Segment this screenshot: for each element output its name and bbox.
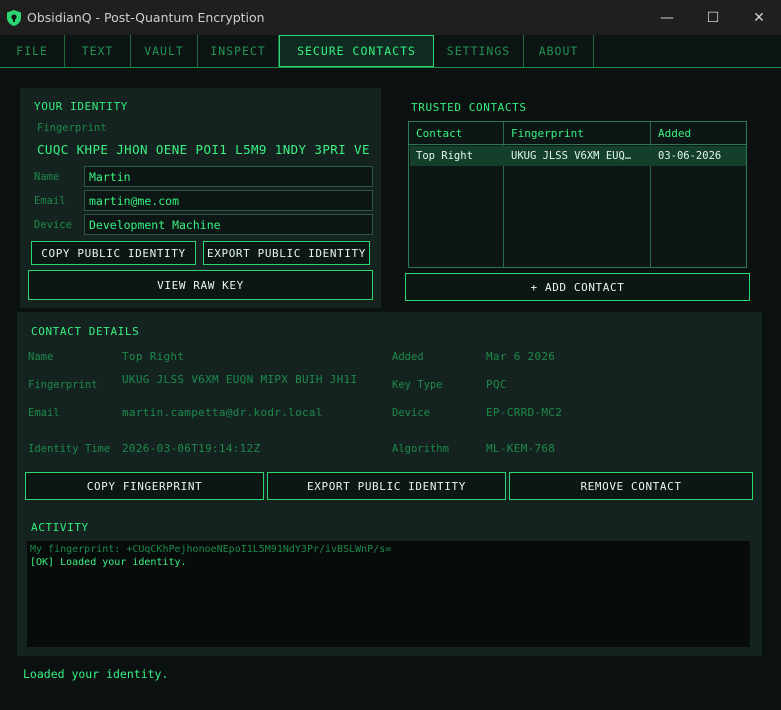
row-fingerprint[interactable]: UKUG JLSS V6XM EUQ… (504, 146, 650, 166)
email-label: Email (34, 195, 66, 207)
status-text: Loaded your identity. (23, 667, 169, 681)
email-field[interactable]: martin@me.com (84, 190, 373, 211)
detail-key-type-label: Key Type (392, 379, 443, 391)
contact-details-title: CONTACT DETAILS (31, 325, 140, 338)
minimize-icon: — (660, 9, 674, 26)
row-added[interactable]: 03-06-2026 (651, 146, 746, 166)
tab-inspect[interactable]: INSPECT (198, 35, 279, 67)
detail-device-value: EP-CRRD-MC2 (486, 406, 563, 419)
copy-public-identity-button[interactable]: COPY PUBLIC IDENTITY (31, 241, 196, 265)
detail-name-value: Top Right (122, 350, 185, 363)
copy-fingerprint-button[interactable]: COPY FINGERPRINT (25, 472, 264, 500)
row-contact[interactable]: Top Right (409, 146, 503, 166)
detail-fingerprint-label: Fingerprint (28, 379, 98, 391)
detail-key-type-value: PQC (486, 378, 507, 391)
contacts-table: Contact Fingerprint Added Top Right UKUG… (408, 121, 747, 268)
remove-contact-button[interactable]: REMOVE CONTACT (509, 472, 753, 500)
detail-algorithm-label: Algorithm (392, 443, 449, 455)
column-header-contact[interactable]: Contact (409, 122, 503, 145)
detail-email-value: martin.campetta@dr.kodr.local (122, 406, 323, 419)
column-divider (503, 122, 504, 267)
identity-title: YOUR IDENTITY (34, 100, 128, 113)
column-header-added[interactable]: Added (651, 122, 746, 145)
detail-email-label: Email (28, 407, 60, 419)
detail-added-label: Added (392, 351, 424, 363)
detail-name-label: Name (28, 351, 54, 363)
export-contact-identity-button[interactable]: EXPORT PUBLIC IDENTITY (267, 472, 506, 500)
column-divider (650, 122, 651, 267)
activity-title: ACTIVITY (31, 521, 89, 534)
detail-fingerprint-value: UKUG JLSS V6XM EUQN MIPX BUIH JH1I (122, 373, 358, 386)
detail-device-label: Device (392, 407, 430, 419)
maximize-button[interactable]: ☐ (690, 0, 736, 35)
device-field[interactable]: Development Machine (84, 214, 373, 235)
close-icon: ✕ (753, 9, 765, 26)
tab-secure-contacts[interactable]: SECURE CONTACTS (279, 35, 434, 67)
detail-algorithm-value: ML-KEM-768 (486, 442, 556, 455)
log-line: [OK] Loaded your identity. (30, 557, 187, 568)
detail-added-value: Mar 6 2026 (486, 350, 556, 363)
detail-identity-time-value: 2026-03-06T19:14:12Z (122, 442, 261, 455)
name-field[interactable]: Martin (84, 166, 373, 187)
add-contact-button[interactable]: + ADD CONTACT (405, 273, 750, 301)
detail-identity-time-label: Identity Time (28, 443, 111, 455)
column-header-fingerprint[interactable]: Fingerprint (504, 122, 650, 145)
maximize-icon: ☐ (706, 9, 720, 26)
view-raw-key-button[interactable]: VIEW RAW KEY (28, 270, 373, 300)
tab-about[interactable]: ABOUT (524, 35, 594, 67)
close-button[interactable]: ✕ (736, 0, 781, 35)
app-shield-icon (7, 9, 21, 26)
log-line: My fingerprint: +CUqCKhPejhonoeNEpoI1L5M… (30, 544, 392, 555)
identity-fingerprint: CUQC KHPE JHON OENE POI1 L5M9 1NDY 3PRI … (37, 142, 370, 157)
export-public-identity-button[interactable]: EXPORT PUBLIC IDENTITY (203, 241, 370, 265)
trusted-contacts-title: TRUSTED CONTACTS (411, 101, 527, 114)
identity-fingerprint-label: Fingerprint (37, 122, 107, 134)
name-label: Name (34, 171, 60, 183)
tab-bar: FILE TEXT VAULT INSPECT SECURE CONTACTS … (0, 35, 781, 68)
tab-vault[interactable]: VAULT (131, 35, 198, 67)
device-label: Device (34, 219, 72, 231)
tab-file[interactable]: FILE (0, 35, 65, 67)
tab-settings[interactable]: SETTINGS (434, 35, 524, 67)
activity-log[interactable]: My fingerprint: +CUqCKhPejhonoeNEpoI1L5M… (27, 541, 750, 647)
window-title: ObsidianQ - Post-Quantum Encryption (27, 10, 265, 25)
minimize-button[interactable]: — (644, 0, 690, 35)
tab-text[interactable]: TEXT (65, 35, 131, 67)
